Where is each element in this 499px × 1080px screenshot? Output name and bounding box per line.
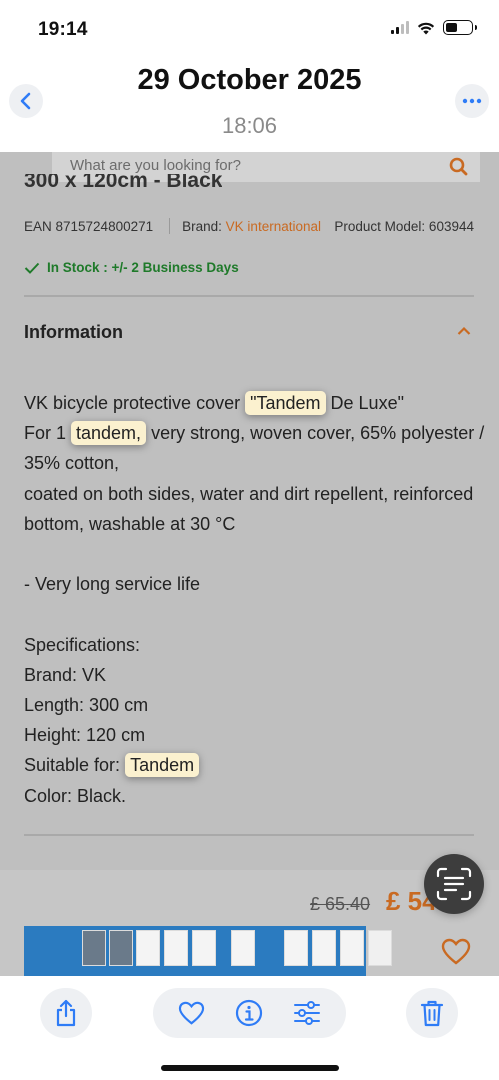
desc-line: Specifications: (24, 634, 141, 655)
shot-product-title: 300 x 120cm - Black (24, 174, 223, 188)
desc-line: Length: 300 cm (24, 695, 149, 715)
old-price: £ 65.40 (310, 894, 371, 914)
status-icons (391, 20, 477, 35)
sliders-icon (294, 1001, 321, 1025)
desc-line: VK bicycle protective cover "Tandem De L… (24, 391, 404, 415)
thumbnail (312, 930, 336, 966)
thumbnail (109, 930, 133, 966)
cellular-signal-icon (391, 21, 409, 34)
brand-label: Brand: (182, 218, 222, 234)
product-meta-row: EAN 8715724800271 Brand: VK internationa… (24, 218, 474, 234)
live-text-button[interactable] (424, 854, 484, 914)
thumbnail-strip (24, 926, 366, 976)
adjust-button[interactable] (285, 991, 329, 1035)
desc-line: 35% cotton, (24, 453, 120, 474)
thumbnail (164, 930, 188, 966)
thumbnail (284, 930, 308, 966)
thumbnail (82, 930, 106, 966)
photo-header: 29 October 2025 18:06 (0, 56, 499, 152)
meta-divider (169, 218, 171, 234)
wishlist-heart-icon (441, 938, 471, 965)
checkmark-icon (24, 262, 40, 274)
highlight-tandem[interactable]: tandem, (71, 421, 147, 446)
product-model: Product Model: 603944 (334, 218, 474, 234)
desc-line: For 1 tandem, very strong, woven cover, … (24, 421, 485, 446)
share-button[interactable] (40, 988, 92, 1038)
action-group (153, 988, 346, 1038)
brand-value: VK international (225, 218, 321, 234)
thumbnail (136, 930, 160, 966)
desc-line: Height: 120 cm (24, 725, 146, 746)
desc-line: Brand: VK (24, 664, 107, 685)
share-icon (56, 999, 76, 1027)
wifi-icon (417, 22, 435, 34)
ellipsis-icon (462, 98, 482, 104)
highlight-tandem[interactable]: "Tandem (245, 391, 326, 415)
screenshot-image: What are you looking for? 300 x 120cm - … (0, 152, 499, 976)
thumbnail (340, 930, 364, 966)
home-indicator[interactable] (161, 1065, 339, 1071)
thumbnail (231, 930, 255, 966)
divider (24, 834, 474, 836)
status-time: 19:14 (38, 19, 88, 40)
photo-date: 29 October 2025 (137, 64, 362, 96)
chevron-up-icon (457, 326, 471, 335)
desc-line: - Very long service life (24, 574, 201, 595)
heart-icon (179, 1001, 205, 1025)
shot-search-placeholder: What are you looking for? (70, 157, 241, 174)
trash-icon (420, 1000, 444, 1027)
thumbnail (192, 930, 216, 966)
search-icon (449, 157, 468, 176)
product-description: VK bicycle protective cover "Tandem De L… (24, 388, 485, 811)
delete-button[interactable] (406, 988, 458, 1038)
ean-text: EAN 8715724800271 (24, 218, 154, 234)
photo-time: 18:06 (221, 113, 278, 138)
info-icon (236, 999, 263, 1027)
thumbnail (368, 930, 392, 966)
highlight-tandem[interactable]: Tandem (125, 753, 200, 778)
desc-line: Suitable for: Tandem (24, 750, 476, 780)
stock-text: In Stock : +/- 2 Business Days (47, 260, 239, 275)
divider (24, 295, 474, 297)
more-button[interactable] (455, 84, 489, 118)
status-bar: 19:14 (0, 0, 499, 56)
stock-status: In Stock : +/- 2 Business Days (24, 260, 239, 275)
battery-icon (443, 20, 477, 35)
desc-line: bottom, washable at 30 °C (24, 513, 236, 534)
favorite-button[interactable] (170, 991, 214, 1035)
info-button[interactable] (227, 991, 271, 1035)
text-scan-icon (436, 867, 472, 901)
desc-line: coated on both sides, water and dirt rep… (24, 483, 474, 504)
desc-line: Color: Black. (24, 785, 127, 806)
information-heading: Information (24, 322, 123, 342)
